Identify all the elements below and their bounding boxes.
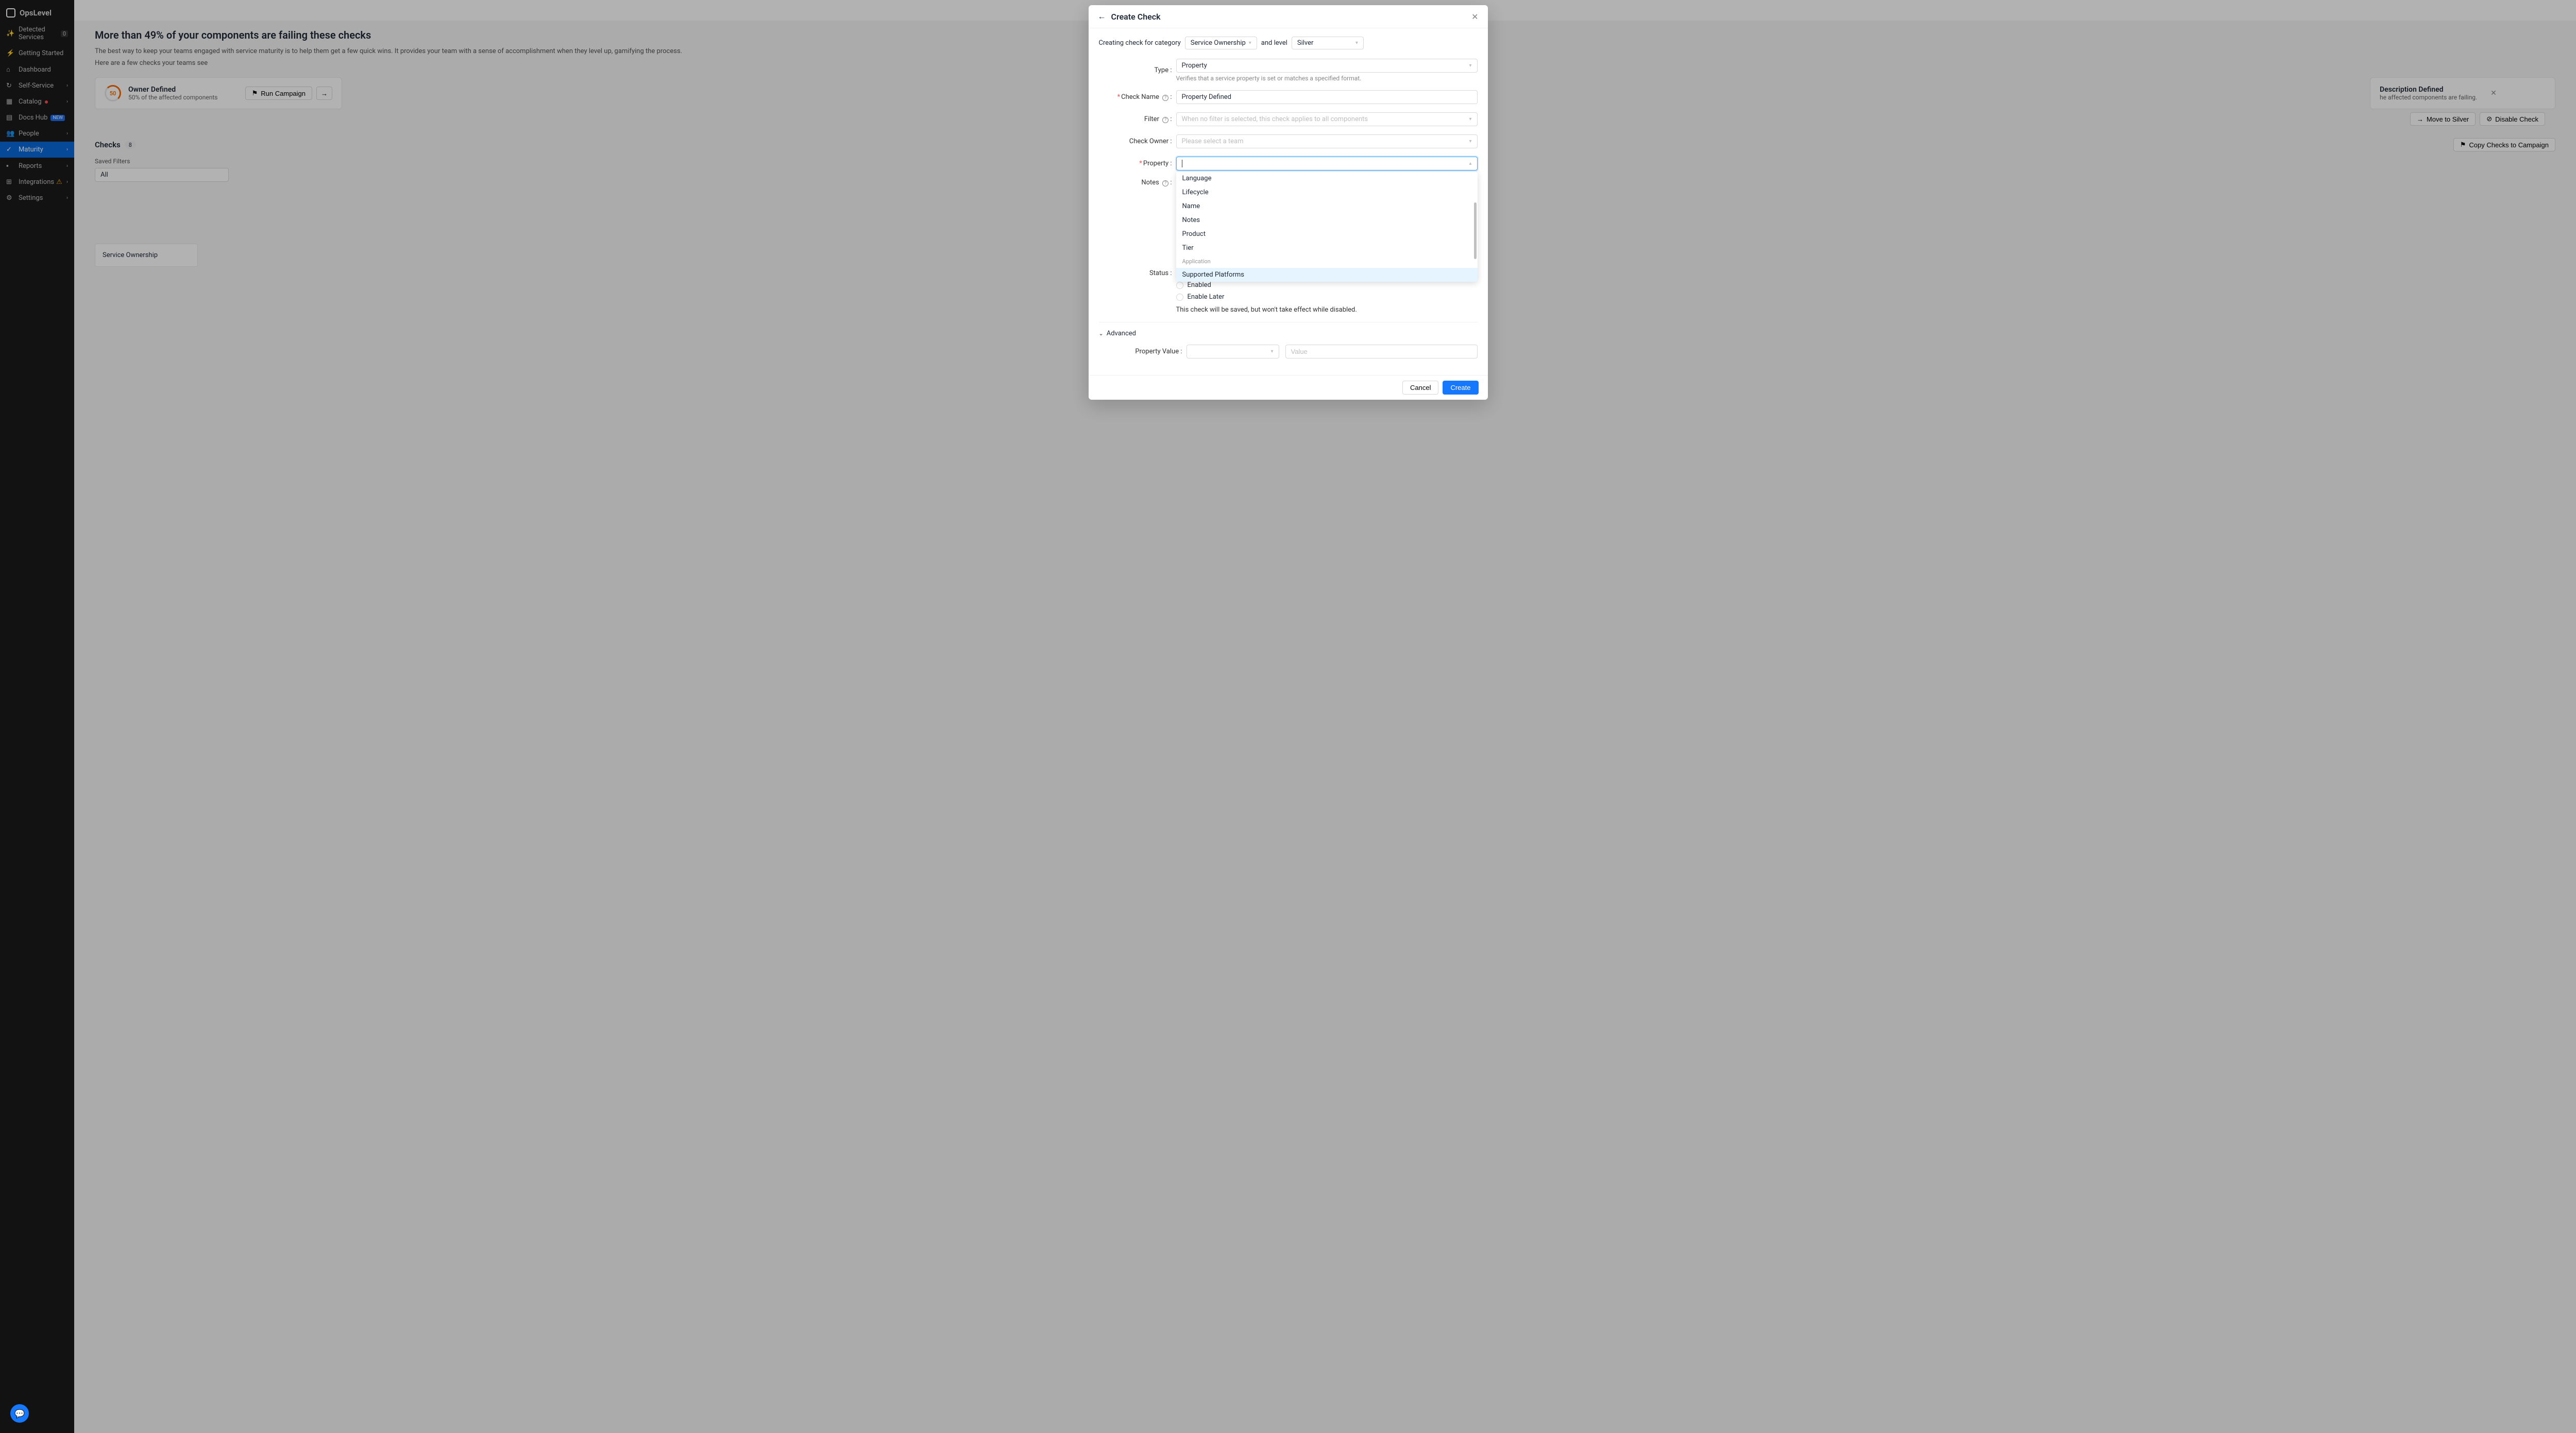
chevron-down-icon: ▾ xyxy=(1469,116,1471,122)
create-check-modal: ← Create Check ✕ Creating check for cate… xyxy=(1089,5,1488,400)
cancel-button[interactable]: Cancel xyxy=(1402,381,1438,395)
dropdown-item-tier[interactable]: Tier xyxy=(1176,241,1478,255)
modal-title: Create Check xyxy=(1111,12,1161,22)
status-helper: This check will be saved, but won't take… xyxy=(1176,306,1478,314)
scrollbar[interactable] xyxy=(1474,202,1477,259)
property-dropdown: LanguageLifecycleNameNotesProductTier Ap… xyxy=(1176,172,1478,282)
check-name-input[interactable]: Property Defined xyxy=(1176,90,1478,104)
chevron-up-icon: ▴ xyxy=(1469,161,1471,166)
filter-label: Filter xyxy=(1144,115,1159,123)
info-icon: ? xyxy=(1162,117,1168,123)
chat-fab[interactable]: 💬 xyxy=(10,1404,29,1423)
dropdown-group: Application xyxy=(1176,255,1478,268)
level-select[interactable]: Silver▾ xyxy=(1292,37,1364,49)
text-cursor xyxy=(1182,160,1326,167)
dropdown-item-supported-platforms[interactable]: Supported Platforms xyxy=(1176,268,1478,282)
category-select[interactable]: Service Ownership▾ xyxy=(1185,37,1257,49)
status-radio-enabled[interactable]: Enabled xyxy=(1176,281,1478,289)
create-button[interactable]: Create xyxy=(1443,381,1478,395)
chat-icon: 💬 xyxy=(14,1409,25,1419)
chevron-down-icon: ⌄ xyxy=(1099,330,1104,337)
property-value-input[interactable] xyxy=(1285,345,1478,359)
filter-select[interactable]: When no filter is selected, this check a… xyxy=(1176,112,1478,126)
property-select[interactable]: ▴ xyxy=(1176,157,1478,170)
back-icon[interactable]: ← xyxy=(1098,11,1106,22)
type-select[interactable]: Property▾ xyxy=(1176,59,1478,73)
chevron-down-icon: ▾ xyxy=(1249,40,1251,46)
status-radio-enable-later[interactable]: Enable Later xyxy=(1176,293,1478,301)
type-helper: Verifies that a service property is set … xyxy=(1176,75,1478,82)
info-icon: ? xyxy=(1162,180,1168,186)
chevron-down-icon: ▾ xyxy=(1355,40,1358,46)
advanced-toggle[interactable]: ⌄ Advanced xyxy=(1099,322,1478,337)
radio-label: Enable Later xyxy=(1188,293,1225,301)
check-name-label: Check Name xyxy=(1121,93,1159,101)
owner-select[interactable]: Please select a team▾ xyxy=(1176,134,1478,148)
chevron-down-icon: ▾ xyxy=(1469,139,1471,144)
status-label: Status xyxy=(1149,269,1168,277)
close-icon[interactable]: ✕ xyxy=(1471,12,1478,22)
radio-label: Enabled xyxy=(1188,281,1211,289)
property-value-label: Property Value xyxy=(1135,348,1179,355)
dropdown-item-lifecycle[interactable]: Lifecycle xyxy=(1176,185,1478,199)
dropdown-item-product[interactable]: Product xyxy=(1176,227,1478,241)
radio-dot xyxy=(1176,282,1183,289)
radio-dot xyxy=(1176,294,1183,301)
notes-label: Notes xyxy=(1141,179,1159,186)
info-icon: ? xyxy=(1162,95,1168,101)
chevron-down-icon: ▾ xyxy=(1469,63,1471,69)
dropdown-item-notes[interactable]: Notes xyxy=(1176,213,1478,227)
property-label: Property xyxy=(1143,160,1168,167)
and-level-label: and level xyxy=(1261,39,1287,47)
chevron-down-icon: ▾ xyxy=(1270,349,1273,354)
dropdown-item-name[interactable]: Name xyxy=(1176,199,1478,213)
creating-for-label: Creating check for category xyxy=(1099,39,1181,47)
property-value-operator-select[interactable]: ▾ xyxy=(1187,345,1279,359)
type-label: Type xyxy=(1154,66,1168,74)
modal-overlay: ← Create Check ✕ Creating check for cate… xyxy=(0,0,2576,1433)
dropdown-item-language[interactable]: Language xyxy=(1176,172,1478,185)
check-owner-label: Check Owner xyxy=(1129,138,1168,145)
